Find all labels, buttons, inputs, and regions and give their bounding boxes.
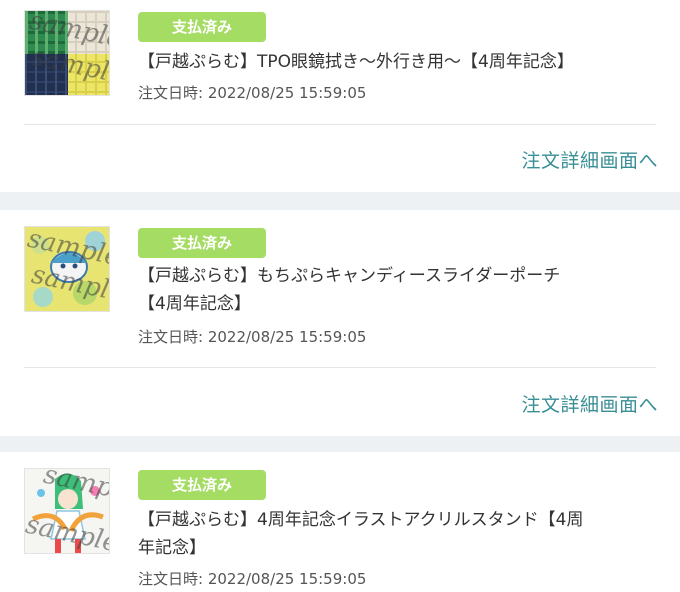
product-title-line: 【戸越ぷらむ】4周年記念イラストアクリルスタンド【4周 xyxy=(138,510,584,530)
product-title-line: 年記念】 xyxy=(138,538,206,558)
order-date: 注文日時: 2022/08/25 15:59:05 xyxy=(138,570,367,588)
order-card: sample sample 支払済み 【戸越ぷらむ】4周年記念イラストアクリルス… xyxy=(0,452,680,592)
product-title-line: 【戸越ぷらむ】もちぷらキャンディースライダーポーチ xyxy=(138,266,561,286)
order-date: 注文日時: 2022/08/25 15:59:05 xyxy=(138,84,367,102)
product-title: 【戸越ぷらむ】もちぷらキャンディースライダーポーチ 【4周年記念】 xyxy=(138,262,658,318)
product-thumbnail[interactable]: sample sample xyxy=(24,468,110,554)
product-title-line: 【4周年記念】 xyxy=(138,294,251,314)
product-title: 【戸越ぷらむ】4周年記念イラストアクリルスタンド【4周 年記念】 xyxy=(138,506,658,562)
order-card: sample sample 支払済み 【戸越ぷらむ】TPO眼鏡拭き〜外行き用〜【… xyxy=(0,0,680,192)
divider xyxy=(24,367,656,368)
order-date: 注文日時: 2022/08/25 15:59:05 xyxy=(138,328,367,346)
divider xyxy=(24,124,656,125)
product-thumbnail[interactable]: sample sample xyxy=(24,10,110,96)
status-badge: 支払済み xyxy=(138,228,266,258)
status-badge: 支払済み xyxy=(138,12,266,42)
product-title: 【戸越ぷらむ】TPO眼鏡拭き〜外行き用〜【4周年記念】 xyxy=(138,52,574,72)
order-card: sample sample 支払済み 【戸越ぷらむ】もちぷらキャンディースライダ… xyxy=(0,210,680,436)
product-thumbnail[interactable]: sample sample xyxy=(24,226,110,312)
status-badge: 支払済み xyxy=(138,470,266,500)
order-detail-link[interactable]: 注文詳細画面へ xyxy=(521,390,658,417)
order-detail-link[interactable]: 注文詳細画面へ xyxy=(521,146,658,173)
